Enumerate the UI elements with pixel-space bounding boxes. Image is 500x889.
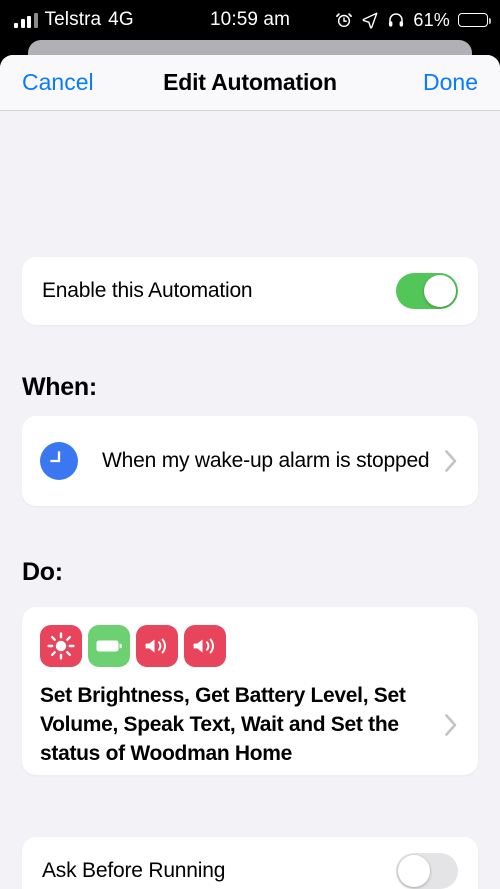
- do-section-header: Do:: [22, 558, 63, 586]
- battery-icon: [88, 625, 130, 667]
- done-button[interactable]: Done: [423, 69, 478, 96]
- ask-before-running-toggle[interactable]: [396, 853, 458, 889]
- sheet-content: Enable this Automation When: When my wak…: [0, 111, 500, 889]
- actions-summary: Set Brightness, Get Battery Level, Set V…: [40, 684, 406, 765]
- phone-screen: Telstra 4G 10:59 am 61% Cancel Edit Auto…: [0, 0, 500, 889]
- battery-icon: [458, 12, 492, 28]
- enable-automation-row[interactable]: Enable this Automation: [22, 257, 478, 325]
- edit-automation-sheet: Cancel Edit Automation Done Enable this …: [0, 55, 500, 889]
- enable-automation-toggle[interactable]: [396, 273, 458, 309]
- clock-time-label: 10:59 am: [209, 9, 291, 30]
- brightness-icon: [40, 625, 82, 667]
- toggle-knob: [398, 855, 430, 887]
- status-bar-right: 61%: [335, 0, 492, 40]
- navigation-bar: Cancel Edit Automation Done: [0, 55, 500, 111]
- trigger-description: When my wake-up alarm is stopped: [102, 449, 430, 472]
- clock-icon: [40, 442, 78, 480]
- chevron-right-icon: [445, 713, 457, 736]
- volume-icon: [184, 625, 226, 667]
- trigger-card[interactable]: When my wake-up alarm is stopped: [22, 416, 478, 506]
- action-icon-row: [40, 625, 462, 667]
- ask-before-running-row[interactable]: Ask Before Running: [22, 837, 478, 889]
- volume-icon: [136, 625, 178, 667]
- enable-automation-label: Enable this Automation: [42, 279, 253, 302]
- battery-percent-label: 61%: [413, 9, 450, 30]
- location-arrow-icon: [362, 12, 378, 29]
- chevron-right-icon: [445, 450, 457, 472]
- status-bar: Telstra 4G 10:59 am 61%: [0, 0, 500, 40]
- when-section-header: When:: [22, 373, 97, 401]
- headphones-icon: [389, 13, 404, 27]
- toggle-knob: [424, 275, 456, 307]
- actions-card[interactable]: Set Brightness, Get Battery Level, Set V…: [22, 607, 478, 775]
- ask-before-running-label: Ask Before Running: [42, 859, 226, 882]
- alarm-clock-icon: [336, 13, 353, 28]
- actions-summary-row: Set Brightness, Get Battery Level, Set V…: [40, 681, 462, 768]
